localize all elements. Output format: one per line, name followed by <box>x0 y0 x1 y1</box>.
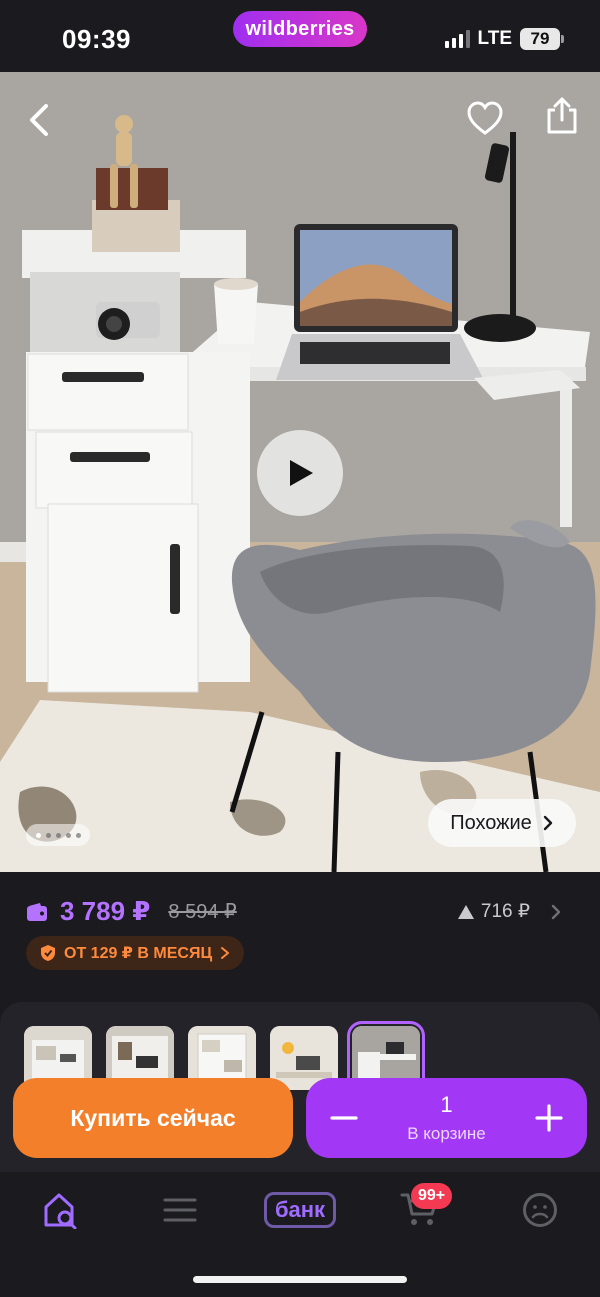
price-history-value: 716 ₽ <box>480 901 530 922</box>
chevron-right-icon <box>551 904 561 919</box>
wallet-icon <box>27 902 47 921</box>
back-button[interactable] <box>22 98 58 142</box>
tab-profile[interactable] <box>510 1188 570 1232</box>
plus-icon <box>535 1104 563 1132</box>
favorite-button[interactable] <box>466 100 504 138</box>
similar-products-button[interactable]: Похожие <box>428 799 576 847</box>
pagination-dot <box>75 832 81 838</box>
profile-icon <box>523 1193 557 1227</box>
pagination-dot <box>55 832 61 838</box>
heart-icon <box>467 101 503 135</box>
triangle-up-icon <box>457 904 474 919</box>
increase-quantity-button[interactable] <box>529 1098 569 1138</box>
share-icon <box>547 97 577 134</box>
price-history-link[interactable]: 716 ₽ <box>457 900 562 923</box>
play-video-button[interactable] <box>257 430 343 516</box>
status-indicators: LTE 79 <box>444 28 564 50</box>
tab-home[interactable] <box>30 1188 90 1232</box>
share-button[interactable] <box>544 96 580 136</box>
home-indicator <box>193 1276 407 1283</box>
tab-catalog[interactable] <box>150 1188 210 1232</box>
status-bar: 09:39 wildberries LTE 79 <box>0 0 600 72</box>
status-time: 09:39 <box>62 24 131 54</box>
shield-icon <box>41 945 55 961</box>
tab-bank[interactable]: банк <box>258 1188 342 1232</box>
price-row: 3 789 ₽ 8 594 ₽ <box>26 896 237 927</box>
similar-label: Похожие <box>450 811 532 834</box>
play-icon <box>290 460 313 486</box>
chevron-right-icon <box>543 815 553 831</box>
price-section: 3 789 ₽ 8 594 ₽ 716 ₽ ОТ 129 ₽ В МЕСЯЦ <box>0 872 600 990</box>
installment-text: ОТ 129 ₽ В МЕСЯЦ <box>64 945 213 962</box>
chevron-right-icon <box>221 947 230 959</box>
signal-icon <box>444 30 470 48</box>
cart-quantity-control: 1 В корзине <box>306 1078 587 1158</box>
buy-now-button[interactable]: Купить сейчас <box>13 1078 293 1158</box>
cart-count-badge: 99+ <box>411 1183 453 1209</box>
current-price: 3 789 ₽ <box>60 896 151 926</box>
pagination-dot <box>35 832 41 838</box>
installment-badge[interactable]: ОТ 129 ₽ В МЕСЯЦ <box>26 936 245 970</box>
chevron-left-icon <box>30 104 48 136</box>
battery-level: 79 <box>530 29 550 48</box>
bank-icon: банк <box>263 1192 337 1228</box>
home-search-icon <box>44 1193 77 1229</box>
product-gallery[interactable]: Похожие <box>0 72 600 872</box>
wildberries-logo: wildberries <box>233 11 367 47</box>
catalog-menu-icon <box>163 1198 197 1222</box>
pagination-dot <box>45 832 51 838</box>
old-price: 8 594 ₽ <box>168 901 237 923</box>
network-type: LTE <box>477 28 512 49</box>
pagination-dot <box>65 832 71 838</box>
gallery-pagination <box>26 824 90 846</box>
battery-icon: 79 <box>520 28 564 50</box>
